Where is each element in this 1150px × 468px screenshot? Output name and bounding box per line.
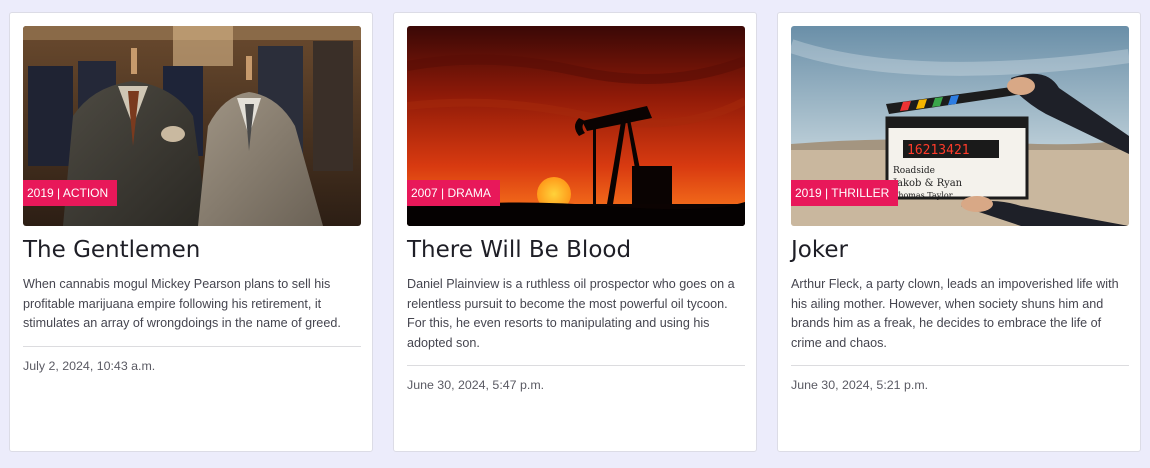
movie-poster-link[interactable]: 2019 | ACTION <box>23 26 361 226</box>
year-genre-badge: 2019 | THRILLER <box>791 180 899 206</box>
movie-poster-link[interactable]: 2007 | DRAMA <box>407 26 745 226</box>
divider <box>23 346 361 347</box>
divider <box>791 365 1129 366</box>
movie-card[interactable]: 16213421 Roadside Jakob & Ryan Thomas Ta… <box>777 12 1141 452</box>
clapperboard-director: Jakob & Ryan <box>892 178 963 189</box>
year-genre-badge: 2019 | ACTION <box>23 180 118 206</box>
clapperboard-counter: 16213421 <box>907 143 970 158</box>
movie-card[interactable]: 2019 | ACTION The Gentlemen When cannabi… <box>9 12 373 452</box>
divider <box>407 365 745 366</box>
clapperboard-camera: Thomas Taylor <box>893 191 953 200</box>
movie-description: Daniel Plainview is a ruthless oil prosp… <box>407 277 735 350</box>
movie-poster-link[interactable]: 16213421 Roadside Jakob & Ryan Thomas Ta… <box>791 26 1129 226</box>
movie-title[interactable]: Joker <box>791 237 848 263</box>
movie-card[interactable]: 2007 | DRAMA There Will Be Blood Daniel … <box>393 12 757 452</box>
movie-description: Arthur Fleck, a party clown, leads an im… <box>791 277 1119 350</box>
movie-title[interactable]: There Will Be Blood <box>407 237 631 263</box>
movie-title[interactable]: The Gentlemen <box>23 237 200 263</box>
post-date: July 2, 2024, 10:43 a.m. <box>23 359 156 373</box>
clapperboard-roll: Roadside <box>893 166 935 176</box>
post-date: June 30, 2024, 5:47 p.m. <box>407 378 545 392</box>
post-date: June 30, 2024, 5:21 p.m. <box>791 378 929 392</box>
movie-description: When cannabis mogul Mickey Pearson plans… <box>23 277 341 330</box>
year-genre-badge: 2007 | DRAMA <box>407 180 500 206</box>
